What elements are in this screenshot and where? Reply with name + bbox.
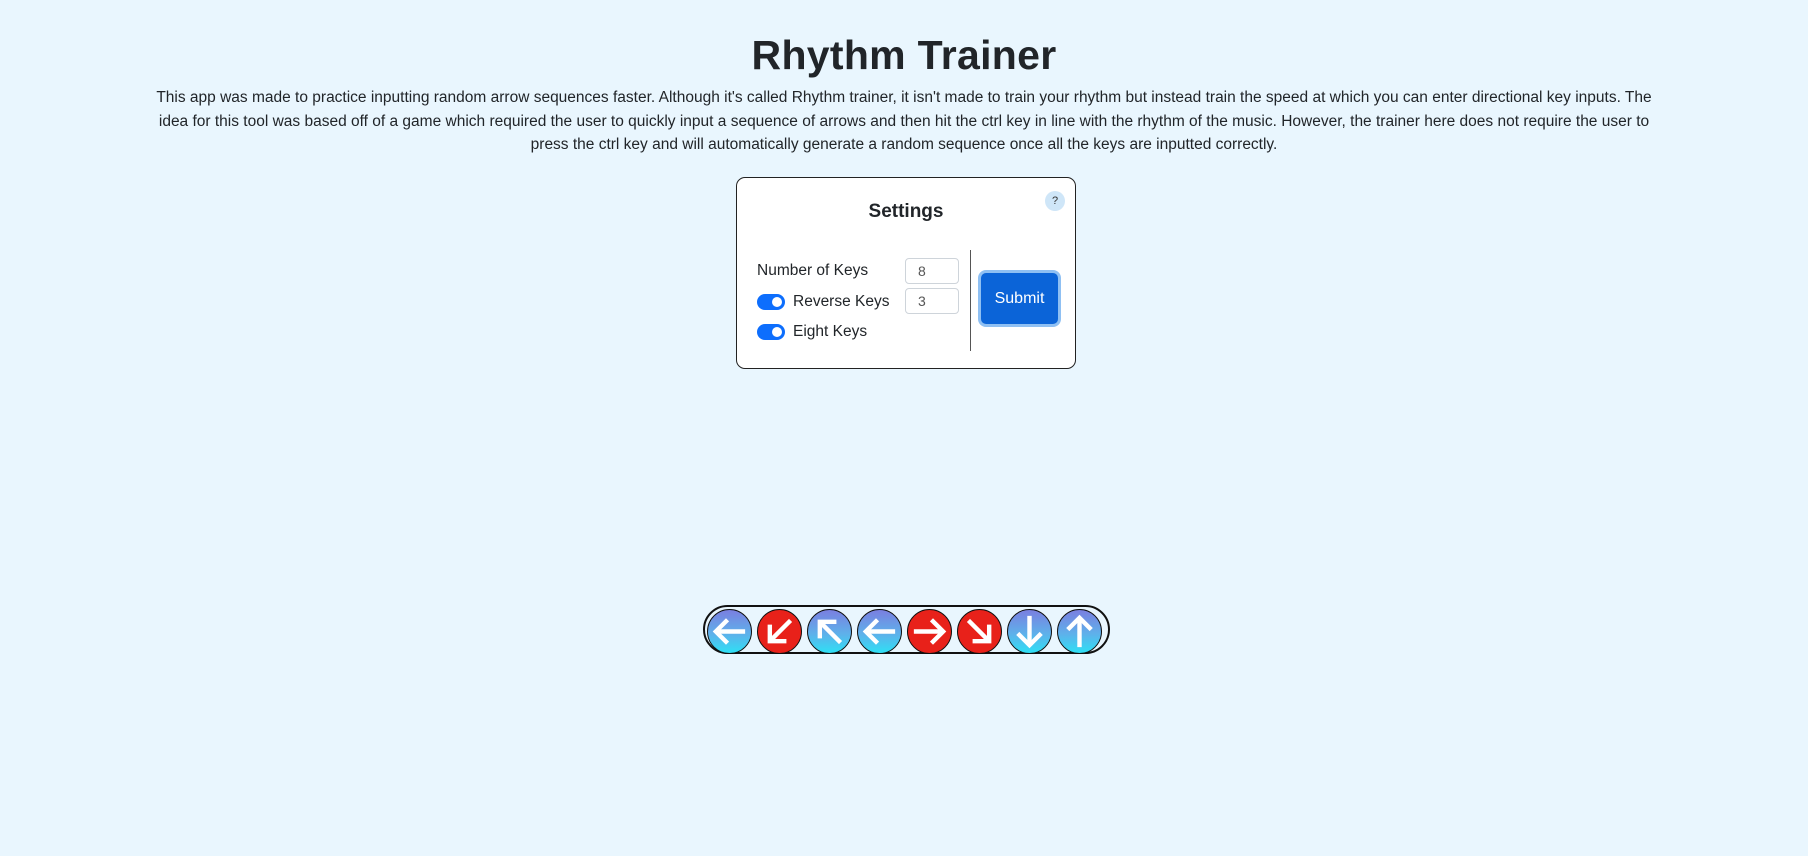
arrow-glyph xyxy=(862,618,896,645)
reverse-keys-toggle[interactable] xyxy=(757,294,785,310)
arrow-right-icon xyxy=(907,609,952,654)
eight-keys-label: Eight Keys xyxy=(793,323,868,340)
page-title: Rhythm Trainer xyxy=(751,32,1057,78)
arrow-glyph xyxy=(1066,614,1093,648)
arrow-left-icon xyxy=(857,609,902,654)
arrow-up-left-icon xyxy=(807,609,852,654)
arrow-glyph xyxy=(913,618,947,645)
number-of-keys-label: Number of Keys xyxy=(757,262,869,279)
toggle-knob xyxy=(772,297,782,307)
app-description: This app was made to practice inputting … xyxy=(156,89,1652,154)
help-button[interactable]: ? xyxy=(1045,191,1065,211)
reverse-keys-label: Reverse Keys xyxy=(793,293,890,310)
reverse-keys-input[interactable] xyxy=(905,288,959,314)
eight-keys-row: Eight Keys xyxy=(757,319,867,345)
reverse-keys-row: Reverse Keys xyxy=(757,289,889,315)
arrow-glyph xyxy=(966,618,992,644)
arrow-sequence-track xyxy=(703,605,1110,654)
settings-divider xyxy=(970,250,971,351)
submit-button[interactable]: Submit xyxy=(981,273,1058,324)
number-of-keys-input[interactable] xyxy=(905,258,959,284)
arrow-left-icon xyxy=(707,609,752,654)
arrow-glyph xyxy=(817,619,843,645)
arrow-down-right-icon xyxy=(957,609,1002,654)
arrow-glyph xyxy=(767,618,793,644)
arrow-glyph xyxy=(1016,615,1043,649)
arrow-down-icon xyxy=(1007,609,1052,654)
page: Rhythm Trainer This app was made to prac… xyxy=(0,0,1808,856)
toggle-knob xyxy=(772,327,782,337)
eight-keys-toggle[interactable] xyxy=(757,324,785,340)
number-of-keys-row: Number of Keys xyxy=(757,258,868,284)
settings-panel: Settings ? Number of Keys Reverse Keys E… xyxy=(736,177,1076,369)
settings-title: Settings xyxy=(868,201,944,222)
arrow-up-icon xyxy=(1057,609,1102,654)
arrow-glyph xyxy=(712,618,746,645)
arrow-down-left-icon xyxy=(757,609,802,654)
